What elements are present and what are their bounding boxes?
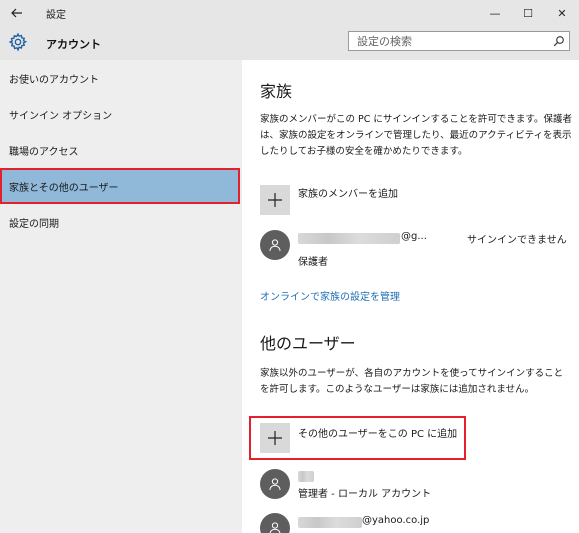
person-icon <box>269 478 281 491</box>
add-family-member-button[interactable] <box>260 185 290 215</box>
sidebar-item-sign-in-options[interactable]: サインイン オプション <box>0 96 242 132</box>
add-other-user-label[interactable]: その他のユーザーをこの PC に追加 <box>298 425 457 440</box>
sidebar-item-work-access[interactable]: 職場のアクセス <box>0 132 242 168</box>
family-member-role: 保護者 <box>298 257 328 268</box>
minimize-button[interactable]: — <box>478 0 512 26</box>
search-input[interactable] <box>349 32 552 50</box>
family-member-email: @g... <box>401 231 427 242</box>
search-box[interactable] <box>348 31 570 51</box>
plus-icon <box>268 431 282 445</box>
other-user-email: @yahoo.co.jp <box>362 515 430 526</box>
other-user-role: 管理者 - ローカル アカウント <box>298 489 432 500</box>
close-button[interactable]: ✕ <box>545 0 579 26</box>
main-content: 家族 家族のメンバーがこの PC にサインインすることを許可できます。保護者は、… <box>242 60 579 533</box>
add-other-user-button[interactable] <box>260 423 290 453</box>
sidebar-nav: お使いのアカウント サインイン オプション 職場のアクセス 家族とその他のユーザ… <box>0 60 242 533</box>
redacted-username <box>298 471 314 482</box>
page-header: アカウント <box>0 26 579 60</box>
redacted-email <box>298 233 400 244</box>
family-description: 家族のメンバーがこの PC にサインインすることを許可できます。保護者は、家族の… <box>260 114 572 157</box>
family-member-avatar[interactable] <box>260 230 290 260</box>
other-user-avatar[interactable] <box>260 469 290 499</box>
plus-icon <box>268 193 282 207</box>
manage-family-online-link[interactable]: オンラインで家族の設定を管理 <box>260 288 400 303</box>
sidebar-item-label: 設定の同期 <box>9 218 59 230</box>
other-users-section-title: 他のユーザー <box>260 334 356 353</box>
family-member-status: サインインできません <box>467 235 567 246</box>
gear-icon <box>8 32 28 52</box>
add-family-member-label[interactable]: 家族のメンバーを追加 <box>298 185 398 200</box>
page-title: アカウント <box>46 38 101 51</box>
maximize-button[interactable]: ☐ <box>511 0 545 26</box>
sidebar-item-your-account[interactable]: お使いのアカウント <box>0 60 242 96</box>
sidebar-item-label: サインイン オプション <box>9 110 113 122</box>
back-button[interactable] <box>0 0 34 26</box>
sidebar-item-sync-settings[interactable]: 設定の同期 <box>0 204 242 240</box>
other-users-description: 家族以外のユーザーが、各自のアカウントを使ってサインインすることを許可します。こ… <box>260 368 564 395</box>
sidebar-item-label: 職場のアクセス <box>9 146 79 158</box>
person-icon <box>269 239 281 252</box>
search-icon[interactable] <box>553 35 565 47</box>
title-bar: 設定 — ☐ ✕ <box>0 0 579 26</box>
window-title: 設定 <box>46 10 66 21</box>
sidebar-item-label: 家族とその他のユーザー <box>9 182 119 194</box>
person-icon <box>269 522 281 533</box>
sidebar-item-family-other-users[interactable]: 家族とその他のユーザー <box>0 168 240 204</box>
back-arrow-icon <box>11 8 22 18</box>
family-section-title: 家族 <box>260 82 293 101</box>
other-user-avatar[interactable] <box>260 513 290 533</box>
redacted-email <box>298 517 362 528</box>
sidebar-item-label: お使いのアカウント <box>9 74 99 86</box>
settings-window: 設定 — ☐ ✕ アカウント お使いのアカウント サインイン オプション <box>0 0 579 533</box>
